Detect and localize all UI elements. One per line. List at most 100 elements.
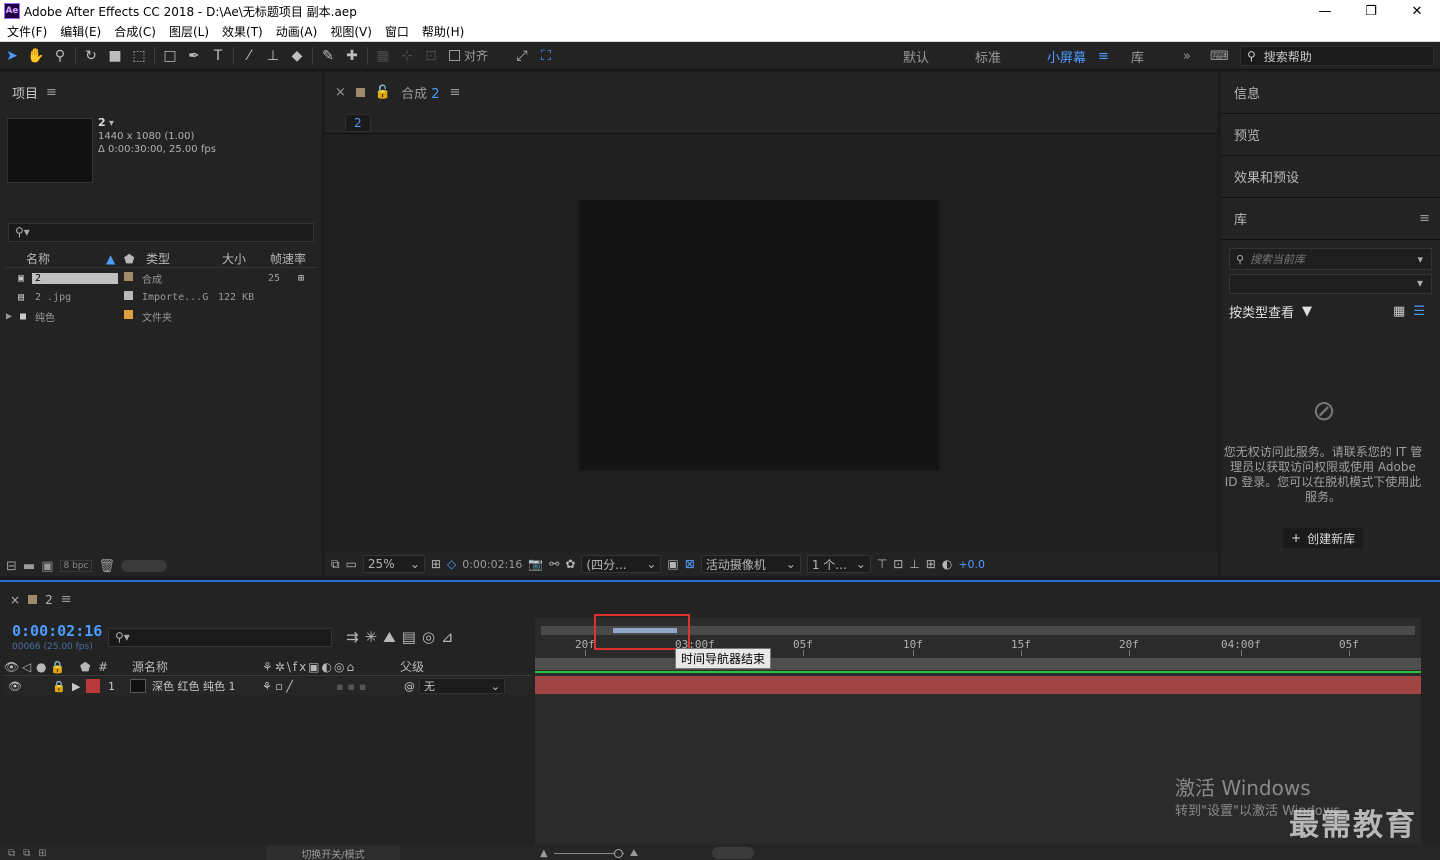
reset-exposure-icon[interactable]: ◐ xyxy=(942,557,952,571)
project-item[interactable]: ▤ 2 .jpg Importe...G 122 KB xyxy=(4,288,317,306)
zoom-tool-icon[interactable]: ⚲ xyxy=(48,45,72,67)
render-time-icon[interactable]: ⊞ xyxy=(38,848,46,859)
library-search-input[interactable]: ⚲ 搜索当前库 ▾ xyxy=(1229,248,1432,270)
new-folder-icon[interactable]: ▬ xyxy=(23,559,35,574)
pen-tool-icon[interactable]: ✒ xyxy=(182,45,206,67)
type-tool-icon[interactable]: T xyxy=(206,45,230,67)
composition-viewer-canvas[interactable] xyxy=(579,200,939,470)
channel-color-icon[interactable]: ✿ xyxy=(565,557,575,571)
lock-icon[interactable]: 🔓 xyxy=(375,85,391,100)
menu-animation[interactable]: 动画(A) xyxy=(269,23,324,40)
workspace-small-screen[interactable]: 小屏幕 xyxy=(1047,42,1086,70)
local-axis-icon[interactable]: ▦ xyxy=(371,45,395,67)
snapshot-camera-icon[interactable]: 📷 xyxy=(528,557,543,571)
expand-arrow-icon[interactable]: ▶ xyxy=(6,311,20,322)
panel-menu-icon[interactable]: ≡ xyxy=(61,592,72,607)
lock-icon[interactable]: 🔒 xyxy=(52,680,72,693)
always-preview-icon[interactable]: ⧉ xyxy=(331,557,340,572)
create-library-button[interactable]: + 创建新库 xyxy=(1283,528,1364,548)
audio-icon[interactable]: ◁ xyxy=(22,660,36,674)
label-tag-icon[interactable]: ⬟ xyxy=(80,660,98,674)
mask-visibility-icon[interactable]: ◇ xyxy=(447,557,456,571)
graph-editor-icon[interactable]: ⊿ xyxy=(441,628,454,646)
shy-layers-icon[interactable]: ⛰ xyxy=(383,628,396,646)
frame-blending-icon[interactable]: ▤ xyxy=(402,628,416,646)
menu-composition[interactable]: 合成(C) xyxy=(107,23,162,40)
modes-toggle-icon[interactable]: ⧉ xyxy=(23,848,30,859)
column-type[interactable]: 类型 xyxy=(146,250,222,267)
column-size[interactable]: 大小 xyxy=(222,250,270,267)
clone-stamp-tool-icon[interactable]: ⊥ xyxy=(261,45,285,67)
timeline-tab[interactable]: × 2 ≡ xyxy=(10,592,72,607)
close-button[interactable]: ✕ xyxy=(1394,0,1440,22)
zoom-track[interactable] xyxy=(553,848,624,858)
composition-breadcrumb[interactable]: 2 xyxy=(345,113,371,132)
interpret-footage-icon[interactable]: ⊟ xyxy=(6,559,17,574)
snap-edges-icon[interactable]: ⤢ xyxy=(510,45,534,67)
pixel-aspect-icon[interactable]: ⊤ xyxy=(877,557,887,571)
menu-edit[interactable]: 编辑(E) xyxy=(53,23,107,40)
brush-tool-icon[interactable]: ⁄ xyxy=(237,45,261,67)
close-tab-icon[interactable]: × xyxy=(10,593,20,607)
label-swatch[interactable] xyxy=(118,291,142,303)
menu-help[interactable]: 帮助(H) xyxy=(415,23,470,40)
libraries-panel-header[interactable]: 库 ≡ xyxy=(1221,198,1440,240)
menu-window[interactable]: 窗口 xyxy=(378,23,415,40)
effects-presets-panel-header[interactable]: 效果和预设 xyxy=(1221,156,1440,198)
magnification-dropdown[interactable]: 25% ⌄ xyxy=(362,555,425,573)
zoom-knob[interactable] xyxy=(613,848,623,858)
layer-duration-bar[interactable] xyxy=(535,676,1421,694)
workspace-libraries[interactable]: 库 xyxy=(1131,42,1144,70)
solo-icon[interactable]: ● xyxy=(36,660,50,674)
time-ruler[interactable]: 20f 03:00f 05f 10f 15f 20f 04:00f 05f xyxy=(535,638,1421,656)
fast-previews-icon[interactable]: ⊡ xyxy=(893,557,903,571)
selection-tool-icon[interactable]: ➤ xyxy=(0,45,24,67)
camera-view-dropdown[interactable]: 活动摄像机 ⌄ xyxy=(700,555,801,573)
eraser-tool-icon[interactable]: ◆ xyxy=(285,45,309,67)
layer-switches-toggle-icon[interactable]: ⧉ xyxy=(8,848,15,859)
comp-mini-flowchart-icon[interactable]: ⇉ xyxy=(346,628,359,646)
pan-behind-tool-icon[interactable]: ⬚ xyxy=(127,45,151,67)
timeline-zoom-slider[interactable]: ▲ ⛰ xyxy=(540,848,638,859)
layer-expand-arrow-icon[interactable]: ▶ xyxy=(72,680,80,693)
menu-layer[interactable]: 图层(L) xyxy=(162,23,215,40)
zoom-in-icon[interactable]: ⛰ xyxy=(630,848,638,859)
view-by-type-dropdown[interactable]: 按类型查看 xyxy=(1229,302,1294,321)
menu-view[interactable]: 视图(V) xyxy=(323,23,378,40)
column-name[interactable]: 名称 xyxy=(26,250,106,267)
timeline-scroll-pill[interactable] xyxy=(712,847,754,859)
show-snapshot-icon[interactable]: ⚯ xyxy=(549,557,559,571)
layer-shy-switch-icon[interactable]: ⚘ ▫ ╱ xyxy=(262,680,336,693)
project-panel-header[interactable]: 项目 ≡ xyxy=(0,72,321,112)
panel-menu-icon[interactable]: ≡ xyxy=(1419,211,1430,226)
project-item[interactable]: ▶ ■ 纯色 文件夹 xyxy=(4,307,317,325)
camera-tool-icon[interactable]: ■ xyxy=(103,45,127,67)
column-parent[interactable]: 父级 xyxy=(400,658,424,675)
close-tab-icon[interactable]: × xyxy=(335,85,346,100)
view-axis-icon[interactable]: ⊡ xyxy=(419,45,443,67)
preview-panel-header[interactable]: 预览 xyxy=(1221,114,1440,156)
library-select-dropdown[interactable]: ▾ xyxy=(1229,274,1432,294)
sort-ascending-icon[interactable]: ▲ xyxy=(106,252,124,266)
composition-tab[interactable]: 合成 2 xyxy=(401,83,439,102)
project-search-input[interactable]: ⚲▾ xyxy=(8,223,314,242)
resolution-dropdown[interactable]: (四分... ⌄ xyxy=(581,555,662,573)
rectangle-tool-icon[interactable]: □ xyxy=(158,45,182,67)
timeline-icon[interactable]: ⊥ xyxy=(909,557,919,571)
flowchart-icon[interactable]: ⊞ xyxy=(926,557,936,571)
rotate-tool-icon[interactable]: ↻ xyxy=(79,45,103,67)
list-view-icon[interactable]: ☰ xyxy=(1413,304,1425,319)
view-layout-dropdown[interactable]: 1 个... ⌄ xyxy=(806,555,871,573)
region-of-interest-icon[interactable]: ▣ xyxy=(667,557,678,571)
project-scroll-pill[interactable] xyxy=(120,560,167,572)
motion-blur-icon[interactable]: ◎ xyxy=(422,628,435,646)
timeline-current-time[interactable]: 0:00:02:16 xyxy=(12,622,102,640)
zoom-out-icon[interactable]: ▲ xyxy=(540,848,548,859)
timeline-layer-row[interactable]: 👁 🔒 ▶ 1 深色 红色 纯色 1 ⚘ ▫ ╱ ▪▪▪ @ 无 ⌄ xyxy=(4,677,532,695)
label-swatch[interactable] xyxy=(118,272,142,284)
current-time-display[interactable]: 0:00:02:16 xyxy=(462,558,522,571)
visibility-icon[interactable]: 👁 xyxy=(4,660,22,674)
world-axis-icon[interactable]: ⊹ xyxy=(395,45,419,67)
chevron-down-icon[interactable]: ▾ xyxy=(109,118,114,129)
work-area-bar[interactable] xyxy=(535,658,1421,670)
